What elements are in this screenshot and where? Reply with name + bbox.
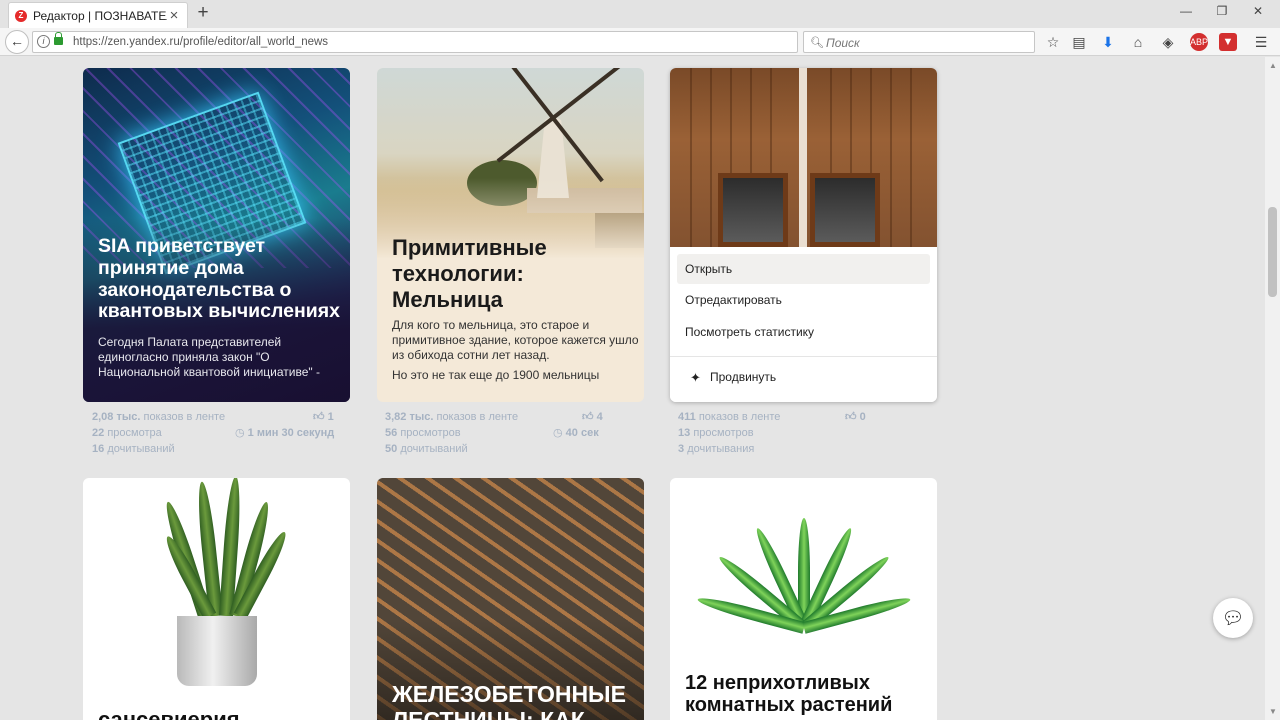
search-input[interactable]: 🔍︎ Поиск (803, 31, 1035, 53)
reads-count: 3 (678, 443, 685, 455)
close-tab-icon[interactable]: × (167, 8, 181, 23)
article-card[interactable]: Примитивные технологии: Мельница Для ког… (377, 68, 644, 402)
views-count: 56 (385, 427, 398, 439)
article-card[interactable]: ЖЕЛЕЗОБЕТОННЫЕ ЛЕСТНИЦЫ: КАК (377, 478, 644, 720)
reads-label: дочитываний (400, 443, 468, 455)
menu-item-open[interactable]: Открыть (677, 254, 930, 284)
menu-item-statistics[interactable]: Посмотреть статистику (677, 317, 930, 347)
page-scrollbar[interactable]: ▲ ▼ (1265, 57, 1280, 720)
pocket-icon[interactable]: ◈ (1159, 33, 1177, 51)
card-title: сансевиерия (98, 707, 240, 720)
home-icon[interactable]: ⌂ (1129, 33, 1147, 51)
like-icon: 👍︎ (313, 411, 325, 423)
download-icon[interactable]: ⬇ (1099, 33, 1117, 51)
card-image (670, 68, 937, 247)
lock-icon (54, 32, 63, 45)
close-window-icon[interactable]: ✕ (1240, 0, 1276, 22)
menu-item-promote[interactable]: Продвинуть (710, 367, 776, 387)
likes-count: 1 (327, 411, 334, 423)
search-placeholder: Поиск (826, 36, 860, 50)
reads-count: 16 (92, 443, 105, 455)
new-tab-button[interactable]: + (194, 3, 212, 23)
card-title: ЖЕЛЕЗОБЕТОННЫЕ ЛЕСТНИЦЫ: КАК (392, 681, 626, 720)
like-icon: 👍︎ (582, 411, 594, 423)
card-context-menu: Открыть Отредактировать Посмотреть стати… (670, 247, 937, 402)
tab-title: Редактор | ПОЗНАВАТЕЛ... (33, 8, 167, 23)
card-snippet: Сегодня Палата представителей единогласн… (98, 335, 320, 379)
impressions-label: показов в ленте (698, 411, 781, 423)
impressions-label: показов в ленте (436, 411, 519, 423)
site-info-icon[interactable]: i (37, 35, 50, 48)
url-text: https://zen.yandex.ru/profile/editor/all… (73, 36, 329, 48)
impressions-count: 411 (678, 411, 696, 423)
reads-label: дочитываний (107, 443, 175, 455)
article-card-with-menu[interactable]: Открыть Отредактировать Посмотреть стати… (670, 68, 937, 402)
navigation-bar: ← i https://zen.yandex.ru/profile/editor… (0, 28, 1280, 56)
reads-label: дочитывания (687, 443, 755, 455)
page-content: SIA приветствует принятие дома законодат… (0, 57, 1264, 720)
restore-icon[interactable]: ❐ (1204, 0, 1240, 22)
search-icon: 🔍︎ (810, 37, 824, 49)
article-card[interactable]: сансевиерия (83, 478, 350, 720)
impressions-label: показов в ленте (143, 411, 226, 423)
likes-count: 4 (596, 411, 603, 423)
reads-count: 50 (385, 443, 398, 455)
address-bar[interactable]: i https://zen.yandex.ru/profile/editor/a… (32, 31, 816, 53)
views-label: просмотров (400, 427, 461, 439)
scroll-thumb[interactable] (1268, 207, 1277, 297)
impressions-count: 2,08 тыс. (92, 411, 141, 423)
card-title: 12 неприхотливых комнатных растений (685, 672, 893, 717)
bookmark-star-icon[interactable]: ☆ (1044, 33, 1062, 51)
adblock-icon[interactable]: ABP (1190, 33, 1208, 51)
like-icon: 👍︎ (845, 411, 857, 423)
clock-icon: ◷ (553, 427, 563, 439)
menu-icon[interactable]: ☰ (1252, 33, 1270, 51)
reading-list-icon[interactable]: ▤ (1070, 33, 1088, 51)
tab-bar: Z Редактор | ПОЗНАВАТЕЛ... × + — ❐ ✕ (0, 0, 1280, 28)
views-label: просмотра (107, 427, 162, 439)
back-button[interactable]: ← (5, 30, 29, 54)
yandex-zen-favicon-icon: Z (15, 9, 27, 22)
views-label: просмотров (693, 427, 754, 439)
promote-sparkle-icon: ✦ (690, 370, 701, 385)
likes-count: 0 (859, 411, 866, 423)
scroll-down-icon[interactable]: ▼ (1269, 707, 1277, 716)
views-count: 13 (678, 427, 691, 439)
clock-icon: ◷ (235, 427, 245, 439)
chat-support-icon[interactable]: 💬︎ (1213, 598, 1253, 638)
card-snippet: Для кого то мельница, это старое и прими… (392, 318, 639, 362)
menu-divider (670, 356, 937, 357)
card-snippet-continued: Но это не так еще до 1900 мельницы (392, 368, 600, 382)
card-image (377, 68, 644, 268)
read-time: 40 сек (565, 427, 599, 439)
views-count: 22 (92, 427, 105, 439)
menu-item-edit[interactable]: Отредактировать (677, 285, 930, 315)
save-extension-icon[interactable]: ▼ (1219, 33, 1237, 51)
minimize-icon[interactable]: — (1168, 0, 1204, 22)
scroll-up-icon[interactable]: ▲ (1269, 61, 1277, 70)
article-card[interactable]: 12 неприхотливых комнатных растений (670, 478, 937, 720)
card-image (83, 478, 350, 720)
read-time: 1 мин 30 секунд (247, 427, 335, 439)
impressions-count: 3,82 тыс. (385, 411, 434, 423)
card-title: SIA приветствует принятие дома законодат… (98, 235, 340, 323)
article-card[interactable]: SIA приветствует принятие дома законодат… (83, 68, 350, 402)
card-title: Примитивные технологии: Мельница (392, 235, 547, 312)
browser-tab[interactable]: Z Редактор | ПОЗНАВАТЕЛ... × (8, 2, 188, 28)
